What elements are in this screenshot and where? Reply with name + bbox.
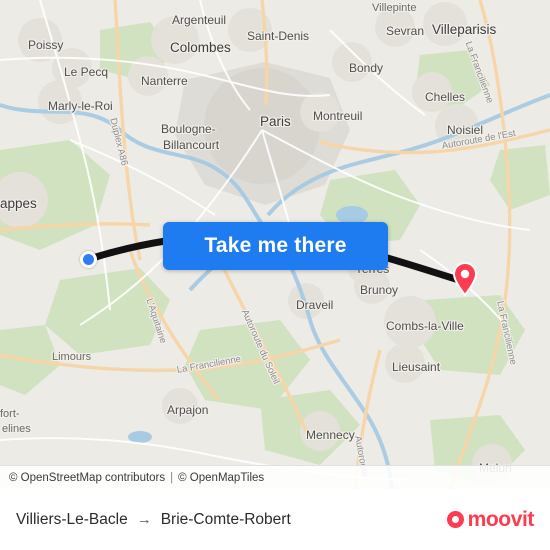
moovit-dot-icon xyxy=(446,511,464,528)
moovit-trip-map-screen: Poissy Argenteuil Saint-Denis Villepinte… xyxy=(0,0,550,550)
map-attribution-bar: © OpenStreetMap contributors | © OpenMap… xyxy=(0,465,550,489)
take-me-there-button[interactable]: Take me there xyxy=(163,222,388,270)
moovit-wordmark: moovit xyxy=(467,507,535,531)
arrow-right-icon: → xyxy=(136,511,152,528)
attribution-separator: | xyxy=(170,471,174,484)
openstreetmap-attribution-link[interactable]: © OpenStreetMap contributors xyxy=(9,472,165,484)
origin-marker-dot[interactable] xyxy=(80,251,97,268)
map-canvas[interactable]: Poissy Argenteuil Saint-Denis Villepinte… xyxy=(0,0,550,489)
footer-bar: Villiers-Le-Bacle → Brie-Comte-Robert mo… xyxy=(0,489,550,550)
openmaptiles-attribution-link[interactable]: © OpenMapTiles xyxy=(178,472,264,484)
trip-summary: Villiers-Le-Bacle → Brie-Comte-Robert xyxy=(16,511,447,529)
trip-destination-label: Brie-Comte-Robert xyxy=(160,510,291,528)
destination-marker-pin[interactable] xyxy=(452,262,478,296)
moovit-logo[interactable]: moovit xyxy=(446,507,535,532)
trip-origin-label: Villiers-Le-Bacle xyxy=(16,510,128,528)
